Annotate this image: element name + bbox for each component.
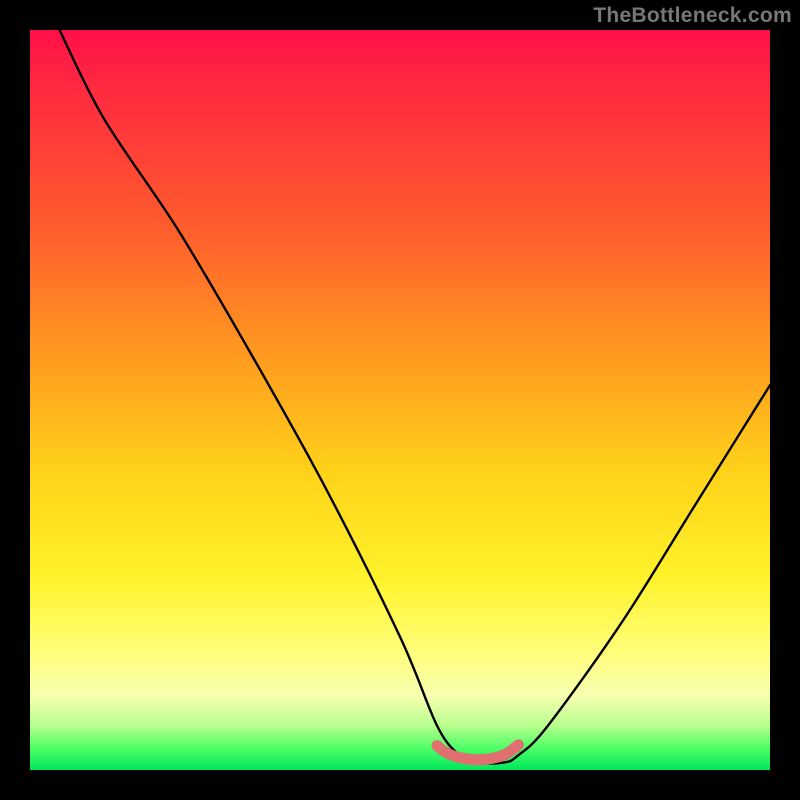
optimal-range-highlight	[437, 745, 518, 760]
chart-stage: TheBottleneck.com	[0, 0, 800, 800]
watermark-text: TheBottleneck.com	[593, 4, 792, 28]
plot-area	[30, 30, 770, 770]
curve-svg	[30, 30, 770, 770]
bottleneck-curve	[60, 30, 770, 764]
